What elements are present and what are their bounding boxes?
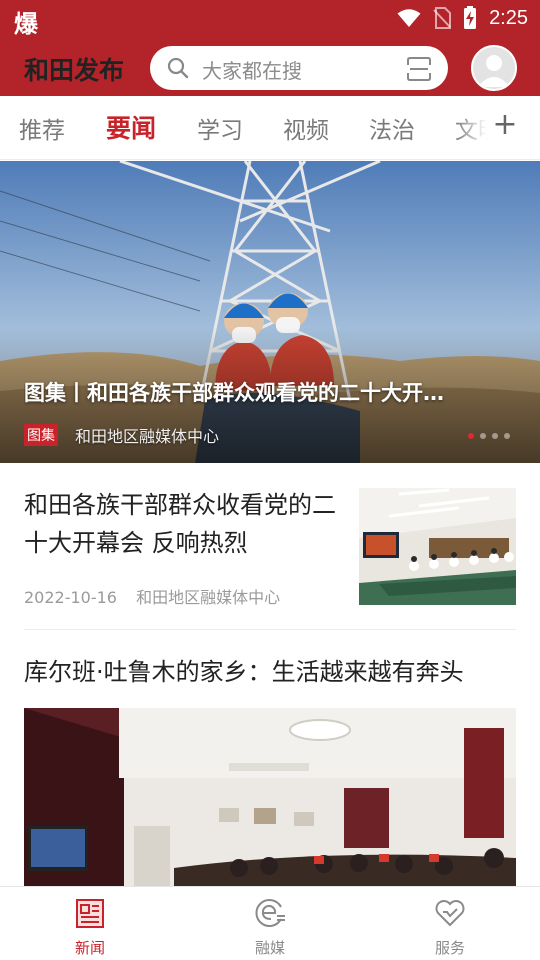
- avatar[interactable]: [471, 45, 517, 91]
- nav-label: 融媒: [254, 939, 285, 957]
- nav-label: 服务: [434, 939, 465, 957]
- carousel-dot: [468, 433, 474, 439]
- article-image[interactable]: [24, 708, 516, 886]
- status-bar: 爆 2:25: [0, 0, 540, 38]
- tab-study[interactable]: 学习: [197, 111, 243, 145]
- tabs-fade: [455, 96, 495, 159]
- article-title: 和田各族干部群众收看党的二十大开幕会 反响热烈: [24, 491, 336, 557]
- carousel-dot: [492, 433, 498, 439]
- tab-video[interactable]: 视频: [283, 111, 329, 145]
- article-meta: 2022-10-16 和田地区融媒体中心: [24, 584, 280, 608]
- banner-image: [0, 161, 540, 463]
- search-icon: [167, 57, 189, 79]
- carousel-indicator: [468, 433, 510, 439]
- tab-headlines[interactable]: 要闻: [106, 109, 156, 145]
- nav-services[interactable]: 服务: [360, 887, 540, 960]
- battery-charging-icon: [464, 6, 477, 29]
- scan-icon[interactable]: [406, 56, 432, 82]
- article-date: 2022-10-16: [24, 588, 117, 607]
- tab-law[interactable]: 法治: [369, 111, 415, 145]
- article-thumbnail: [359, 488, 516, 605]
- divider: [24, 629, 516, 630]
- nav-news[interactable]: 新闻: [0, 887, 180, 960]
- carousel-dot: [504, 433, 510, 439]
- banner-source: 和田地区融媒体中心: [75, 427, 220, 446]
- banner-carousel[interactable]: 图集丨和田各族干部群众观看党的二十大开… 图集 和田地区融媒体中心: [0, 161, 540, 463]
- wifi-icon: [397, 9, 421, 27]
- media-icon: [255, 899, 285, 927]
- category-tabs: 推荐 要闻 学习 视频 法治 文明 +: [0, 96, 540, 160]
- no-sim-icon: [433, 7, 452, 29]
- article-source: 和田地区融媒体中心: [136, 588, 281, 607]
- app-header: 和田发布 大家都在搜: [0, 36, 540, 96]
- tab-recommend[interactable]: 推荐: [19, 111, 65, 145]
- app-title: 和田发布: [24, 56, 125, 85]
- news-list-item[interactable]: 和田各族干部群众收看党的二十大开幕会 反响热烈 2022-10-16 和田地区融…: [0, 464, 540, 630]
- article-title[interactable]: 库尔班·吐鲁木的家乡：生活越来越有奔头: [24, 652, 524, 687]
- search-placeholder: 大家都在搜: [202, 59, 302, 83]
- plus-icon[interactable]: +: [490, 108, 520, 142]
- nav-media[interactable]: 融媒: [180, 887, 360, 960]
- bottom-navigation: 新闻 融媒 服务: [0, 886, 540, 960]
- heart-icon: [435, 900, 465, 927]
- search-input[interactable]: 大家都在搜: [150, 46, 448, 90]
- status-time: 2:25: [489, 6, 528, 29]
- status-icons: 2:25: [397, 6, 528, 30]
- banner-tag: 图集: [24, 424, 58, 446]
- banner-title[interactable]: 图集丨和田各族干部群众观看党的二十大开…: [24, 377, 514, 407]
- nav-label: 新闻: [74, 939, 105, 957]
- notification-icon: 爆: [14, 10, 38, 38]
- news-icon: [76, 899, 104, 928]
- carousel-dot: [480, 433, 486, 439]
- avatar-icon: [478, 55, 510, 87]
